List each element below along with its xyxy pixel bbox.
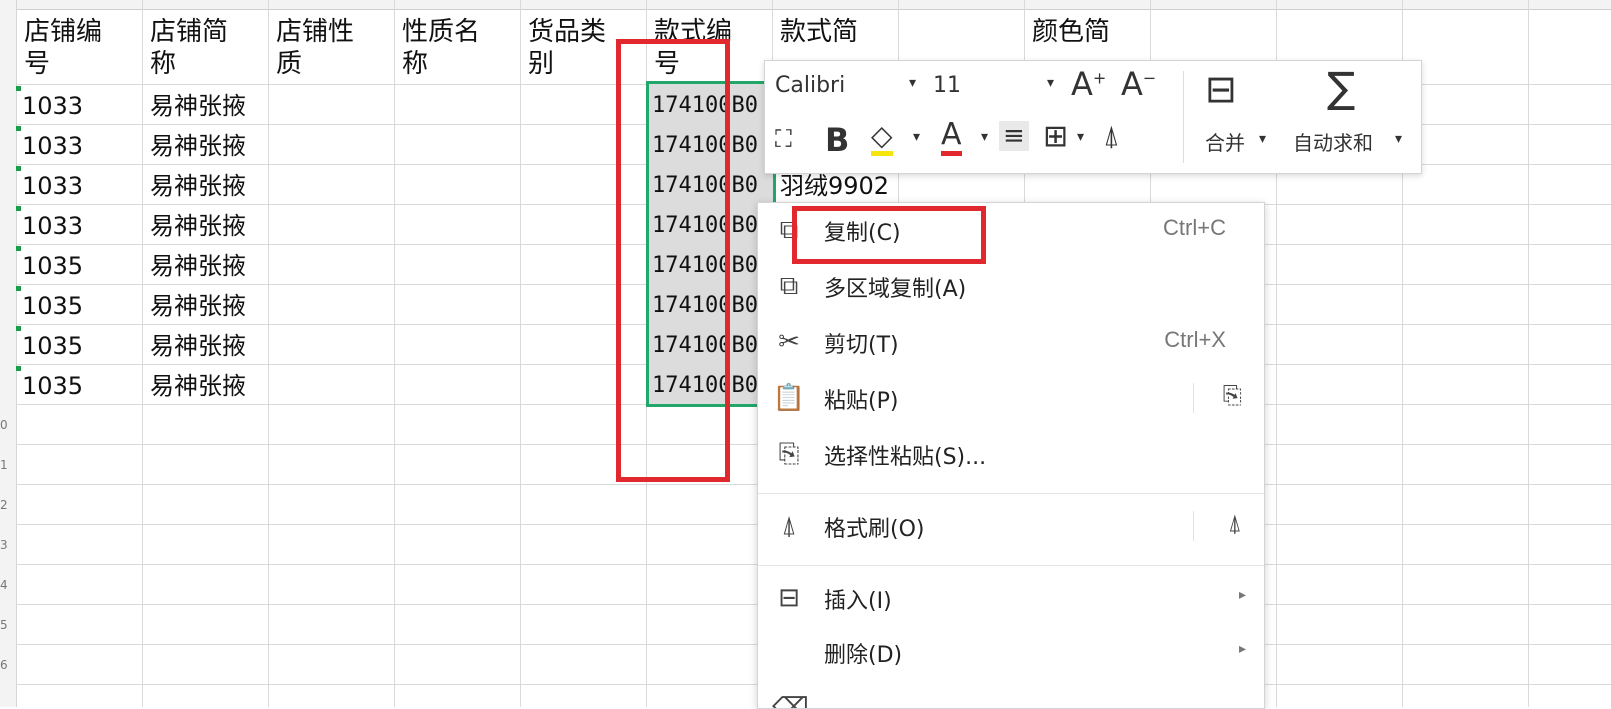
menu-separator — [758, 493, 1264, 494]
row-header-strip[interactable]: 0 1 2 3 4 5 6 — [0, 0, 17, 707]
row-number[interactable]: 2 — [0, 498, 8, 512]
menu-item-multi-copy[interactable]: ⧉ 多区域复制(A) — [758, 259, 1264, 313]
scissors-icon: ✂ — [778, 327, 800, 357]
cell-store-code[interactable]: 1035 — [22, 366, 140, 406]
menu-item-shortcut: Ctrl+C — [1163, 215, 1226, 240]
row-number[interactable]: 1 — [0, 458, 8, 472]
cell-store-name[interactable]: 易神张掖 — [150, 326, 268, 366]
header-cell-store-short[interactable]: 店铺简称 — [150, 16, 266, 84]
cell-store-name[interactable]: 易神张掖 — [150, 286, 268, 326]
sum-icon[interactable]: ∑ — [1327, 63, 1355, 112]
row-number[interactable]: 3 — [0, 538, 8, 552]
header-cell-type-name[interactable]: 性质名称 — [402, 16, 518, 84]
row-number[interactable]: 5 — [0, 618, 8, 632]
row-number[interactable]: 0 — [0, 418, 8, 432]
format-brush-repeat-icon[interactable]: ⍋ — [1228, 509, 1242, 537]
chevron-down-icon[interactable]: ▾ — [1077, 129, 1084, 145]
menu-item-label: 剪切(T) — [824, 333, 899, 358]
fill-color-icon[interactable]: ◇ — [871, 121, 893, 156]
mini-format-toolbar: Calibri ▾ 11 ▾ A+ A− ⛶ B ◇ ▾ A ▾ ≡ ⊞ ▾ ⍋… — [764, 60, 1422, 174]
menu-item-shortcut: Ctrl+X — [1164, 327, 1226, 352]
header-cell-style-short[interactable]: 款式简 — [780, 16, 896, 60]
toolbar-separator — [1183, 71, 1184, 163]
cell-store-name[interactable]: 易神张掖 — [150, 366, 268, 406]
format-brush-icon: ⍋ — [781, 511, 797, 541]
cell-store-code[interactable]: 1033 — [22, 206, 140, 246]
font-size-input[interactable]: 11 — [933, 67, 1043, 106]
cell-store-code[interactable]: 1035 — [22, 326, 140, 366]
insert-icon: ⊟ — [778, 583, 800, 613]
cell-store-code[interactable]: 1033 — [22, 126, 140, 166]
multi-copy-icon: ⧉ — [779, 271, 799, 301]
select-icon[interactable]: ⛶ — [775, 125, 792, 153]
header-cell-store-code[interactable]: 店铺编号 — [24, 16, 140, 84]
border-icon[interactable]: ⊞ — [1043, 119, 1068, 154]
menu-item-delete[interactable]: 删除(D) ▸ — [758, 625, 1264, 679]
merge-icon[interactable]: ⊟ — [1205, 67, 1237, 111]
paste-text-icon[interactable]: ⎘ — [1223, 381, 1242, 409]
autosum-button[interactable]: 自动求和 — [1293, 127, 1373, 156]
chevron-down-icon[interactable]: ▾ — [1047, 75, 1054, 91]
divider — [1193, 383, 1194, 413]
chevron-down-icon[interactable]: ▾ — [909, 75, 916, 91]
header-cell-color-short[interactable]: 颜色简 — [1032, 16, 1148, 60]
column-header-strip[interactable] — [16, 0, 1611, 10]
decrease-font-icon[interactable]: A− — [1121, 65, 1156, 103]
menu-item-paste-special[interactable]: ⎘ 选择性粘贴(S)... — [758, 427, 1264, 481]
paste-icon: 📋 — [772, 383, 806, 413]
chevron-down-icon[interactable]: ▾ — [1259, 131, 1266, 147]
paste-special-icon: ⎘ — [778, 439, 800, 469]
bold-icon[interactable]: B — [825, 121, 849, 159]
menu-item-label: 插入(I) — [824, 589, 892, 614]
align-icon[interactable]: ≡ — [999, 121, 1029, 151]
cell-store-code[interactable]: 1035 — [22, 286, 140, 326]
submenu-arrow-icon: ▸ — [1238, 587, 1246, 603]
menu-item-label: 多区域复制(A) — [824, 277, 967, 302]
cell-store-code[interactable]: 1035 — [22, 246, 140, 286]
row-number[interactable]: 4 — [0, 578, 8, 592]
cell-store-name[interactable]: 易神张掖 — [150, 246, 268, 286]
cell-store-name[interactable]: 易神张掖 — [150, 86, 268, 126]
menu-item-clear[interactable]: ⌫ — [758, 681, 1264, 709]
submenu-arrow-icon: ▸ — [1238, 641, 1246, 657]
chevron-down-icon[interactable]: ▾ — [913, 129, 920, 145]
annotation-highlight-copy — [792, 206, 986, 264]
format-brush-icon[interactable]: ⍋ — [1103, 119, 1120, 153]
header-cell-store-type[interactable]: 店铺性质 — [276, 16, 392, 84]
cell-store-code[interactable]: 1033 — [22, 166, 140, 206]
menu-item-cut[interactable]: ✂ 剪切(T) Ctrl+X — [758, 315, 1264, 369]
menu-item-label: 删除(D) — [824, 643, 903, 668]
menu-item-format-brush[interactable]: ⍋ 格式刷(O) ⍋ — [758, 499, 1264, 553]
chevron-down-icon[interactable]: ▾ — [1395, 131, 1402, 147]
menu-item-paste[interactable]: 📋 粘贴(P) ⎘ — [758, 371, 1264, 425]
menu-separator — [758, 565, 1264, 566]
row-number[interactable]: 6 — [0, 658, 8, 672]
font-color-icon[interactable]: A — [941, 119, 962, 156]
menu-item-insert[interactable]: ⊟ 插入(I) ▸ — [758, 571, 1264, 625]
context-menu: ⧉ 复制(C) Ctrl+C ⧉ 多区域复制(A) ✂ 剪切(T) Ctrl+X… — [757, 202, 1265, 709]
cell-store-code[interactable]: 1033 — [22, 86, 140, 126]
divider — [1193, 511, 1194, 541]
chevron-down-icon[interactable]: ▾ — [981, 129, 988, 145]
increase-font-icon[interactable]: A+ — [1071, 65, 1106, 103]
cell-store-name[interactable]: 易神张掖 — [150, 126, 268, 166]
menu-item-label: 选择性粘贴(S)... — [824, 445, 987, 470]
eraser-icon: ⌫ — [772, 693, 809, 709]
cell-store-name[interactable]: 易神张掖 — [150, 166, 268, 206]
merge-button[interactable]: 合并 — [1205, 127, 1245, 156]
font-name-input[interactable]: Calibri — [775, 67, 907, 106]
annotation-highlight-column — [616, 39, 730, 482]
menu-item-label: 粘贴(P) — [824, 389, 899, 414]
cell-store-name[interactable]: 易神张掖 — [150, 206, 268, 246]
menu-item-label: 格式刷(O) — [824, 517, 925, 542]
